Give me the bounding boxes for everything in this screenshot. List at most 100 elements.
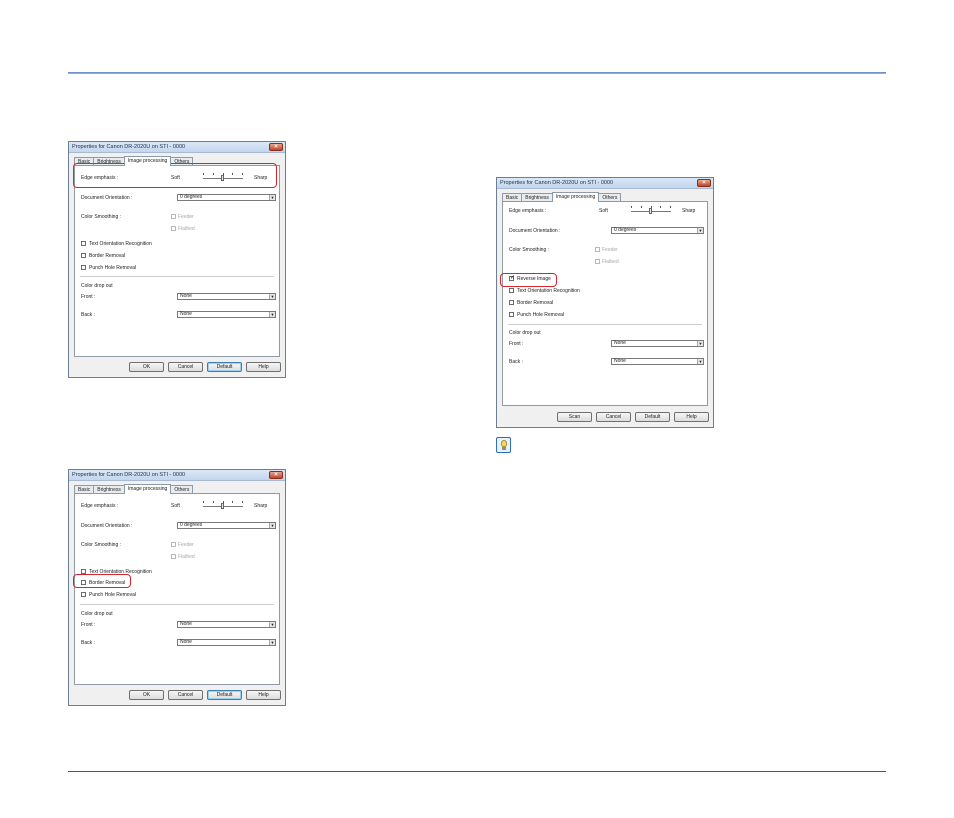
- edge-slider-thumb[interactable]: [221, 503, 224, 509]
- flatbed-label: Flatbed: [602, 259, 619, 265]
- front-label: Front :: [81, 622, 96, 628]
- color-smoothing-label: Color Smoothing :: [509, 247, 550, 253]
- soft-label: Soft: [599, 208, 608, 214]
- header-rule: [68, 72, 886, 74]
- default-button[interactable]: Default: [635, 412, 670, 422]
- front-select[interactable]: None ▼: [177, 293, 276, 300]
- dialog-title: Properties for Canon DR-2020U on STI - 0…: [72, 144, 186, 150]
- orientation-select[interactable]: 0 degrees ▼: [177, 522, 276, 529]
- front-select[interactable]: None ▼: [611, 340, 704, 347]
- back-label: Back :: [81, 640, 95, 646]
- tab-image-processing[interactable]: Image processing: [123, 156, 172, 166]
- chevron-down-icon: ▼: [269, 523, 275, 528]
- back-label: Back :: [81, 312, 95, 318]
- back-select[interactable]: None ▼: [177, 639, 276, 646]
- dialog-titlebar: Properties for Canon DR-2020U on STI - 0…: [69, 142, 285, 153]
- back-select[interactable]: None ▼: [611, 358, 704, 365]
- back-value: None: [180, 311, 192, 317]
- feeder-label: Feeder: [602, 247, 618, 253]
- back-value: None: [180, 639, 192, 645]
- chevron-down-icon: ▼: [269, 640, 275, 645]
- flatbed-checkbox: [171, 554, 176, 559]
- feeder-checkbox: [595, 247, 600, 252]
- text-orientation-label: Text Orientation Recognition: [89, 241, 152, 247]
- punch-hole-checkbox[interactable]: [509, 312, 514, 317]
- flatbed-label: Flatbed: [178, 226, 195, 232]
- document-orientation-label: Document Orientation :: [81, 523, 133, 529]
- orientation-value: 0 degrees: [180, 194, 203, 200]
- front-select[interactable]: None ▼: [177, 621, 276, 628]
- front-label: Front :: [81, 294, 96, 300]
- divider: [508, 324, 702, 325]
- divider: [80, 604, 274, 605]
- chevron-down-icon: ▼: [269, 312, 275, 317]
- close-icon[interactable]: ×: [269, 471, 283, 479]
- cancel-button[interactable]: Cancel: [168, 690, 203, 700]
- help-button[interactable]: Help: [674, 412, 709, 422]
- edge-emphasis-label: Edge emphasis :: [81, 503, 119, 509]
- close-icon[interactable]: ×: [697, 179, 711, 187]
- cancel-button[interactable]: Cancel: [596, 412, 631, 422]
- front-value: None: [614, 340, 626, 346]
- edge-slider-thumb[interactable]: [649, 208, 652, 214]
- flatbed-checkbox: [595, 259, 600, 264]
- ok-button[interactable]: OK: [129, 690, 164, 700]
- cancel-button[interactable]: Cancel: [168, 362, 203, 372]
- feeder-checkbox: [171, 542, 176, 547]
- soft-label: Soft: [171, 503, 180, 509]
- close-icon[interactable]: ×: [269, 143, 283, 151]
- punch-hole-checkbox[interactable]: [81, 592, 86, 597]
- text-orientation-checkbox[interactable]: [81, 241, 86, 246]
- default-button[interactable]: Default: [207, 690, 242, 700]
- orientation-select[interactable]: 0 degrees ▼: [177, 194, 276, 201]
- help-button[interactable]: Help: [246, 362, 281, 372]
- feeder-label: Feeder: [178, 542, 194, 548]
- back-value: None: [614, 358, 626, 364]
- front-value: None: [180, 293, 192, 299]
- punch-hole-label: Punch Hole Removal: [517, 312, 564, 318]
- tab-image-processing[interactable]: Image processing: [551, 192, 600, 202]
- feeder-checkbox: [171, 214, 176, 219]
- flatbed-checkbox: [171, 226, 176, 231]
- back-label: Back :: [509, 359, 523, 365]
- text-orientation-label: Text Orientation Recognition: [517, 288, 580, 294]
- ok-button[interactable]: OK: [129, 362, 164, 372]
- scan-button[interactable]: Scan: [557, 412, 592, 422]
- edge-emphasis-highlight: [73, 163, 277, 188]
- tab-panel: Edge emphasis : Soft Sharp Document Orie…: [502, 201, 708, 406]
- border-removal-checkbox[interactable]: [81, 253, 86, 258]
- default-button[interactable]: Default: [207, 362, 242, 372]
- chevron-down-icon: ▼: [269, 195, 275, 200]
- color-drop-out-label: Color drop out: [81, 611, 113, 617]
- tab-panel: Edge emphasis : Soft Sharp Document Orie…: [74, 165, 280, 357]
- orientation-select[interactable]: 0 degrees ▼: [611, 227, 704, 234]
- punch-hole-label: Punch Hole Removal: [89, 592, 136, 598]
- dialog-titlebar: Properties for Canon DR-2020U on STI - 0…: [497, 178, 713, 189]
- divider: [80, 276, 274, 277]
- sharp-label: Sharp: [254, 503, 268, 509]
- border-removal-label: Border Removal: [517, 300, 554, 306]
- back-select[interactable]: None ▼: [177, 311, 276, 318]
- edge-emphasis-label: Edge emphasis :: [509, 208, 547, 214]
- help-button[interactable]: Help: [246, 690, 281, 700]
- tab-image-processing[interactable]: Image processing: [123, 484, 172, 494]
- orientation-value: 0 degrees: [180, 522, 203, 528]
- border-removal-highlight: [73, 574, 131, 588]
- tab-panel: Edge emphasis : Soft Sharp Document Orie…: [74, 493, 280, 685]
- color-smoothing-label: Color Smoothing :: [81, 542, 122, 548]
- text-orientation-checkbox[interactable]: [509, 288, 514, 293]
- feeder-label: Feeder: [178, 214, 194, 220]
- border-removal-checkbox[interactable]: [509, 300, 514, 305]
- lightbulb-hint-icon: [496, 437, 511, 453]
- dialog-title: Properties for Canon DR-2020U on STI - 0…: [500, 180, 614, 186]
- chevron-down-icon: ▼: [697, 228, 703, 233]
- front-label: Front :: [509, 341, 524, 347]
- dialog-titlebar: Properties for Canon DR-2020U on STI - 0…: [69, 470, 285, 481]
- punch-hole-checkbox[interactable]: [81, 265, 86, 270]
- orientation-value: 0 degrees: [614, 227, 637, 233]
- flatbed-label: Flatbed: [178, 554, 195, 560]
- chevron-down-icon: ▼: [697, 359, 703, 364]
- reverse-image-highlight: [500, 273, 557, 287]
- bulb-shape: [501, 440, 507, 447]
- document-orientation-label: Document Orientation :: [81, 195, 133, 201]
